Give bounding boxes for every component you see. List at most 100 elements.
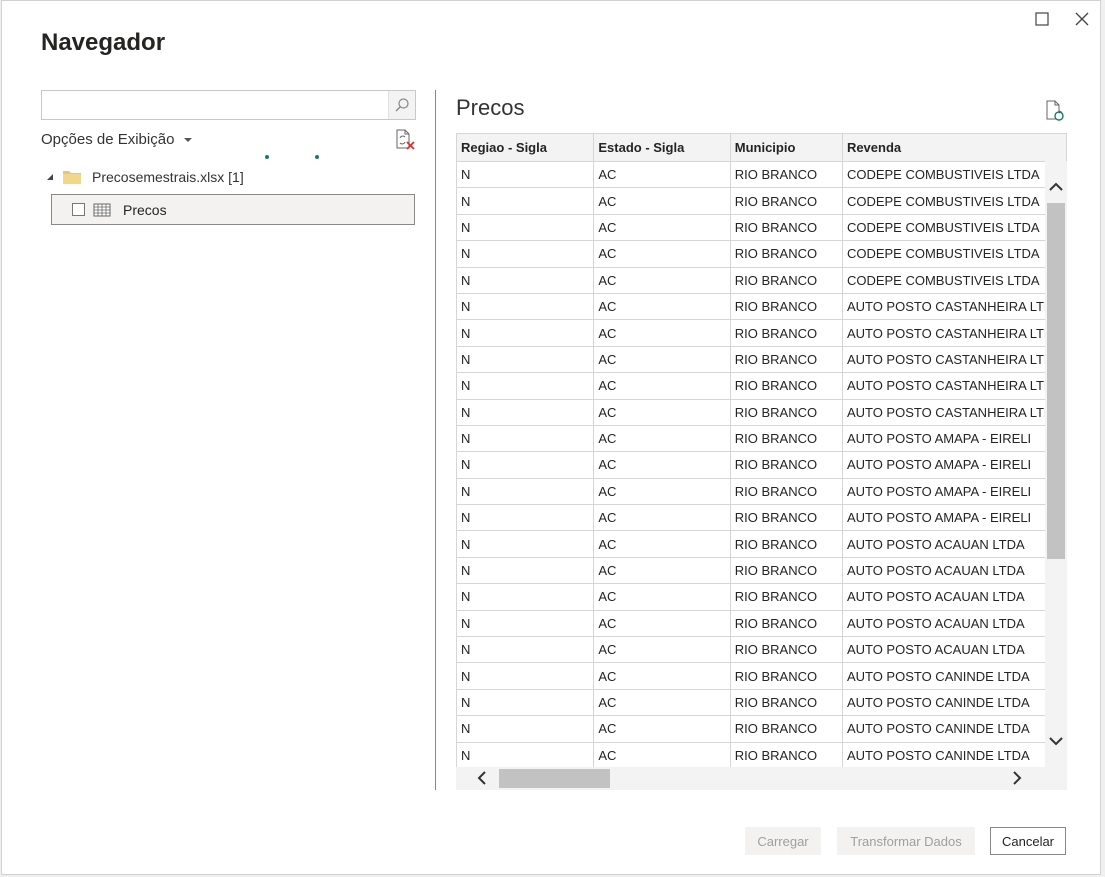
table-cell[interactable]: AC xyxy=(593,266,731,294)
table-cell[interactable]: RIO BRANCO xyxy=(729,741,843,769)
table-cell[interactable]: AC xyxy=(593,187,731,215)
table-cell[interactable]: N xyxy=(456,160,595,189)
table-cell[interactable]: RIO BRANCO xyxy=(729,398,843,426)
table-cell[interactable]: AC xyxy=(593,504,731,532)
table-cell[interactable]: RIO BRANCO xyxy=(729,609,843,638)
table-cell[interactable]: N xyxy=(456,477,595,506)
table-cell[interactable]: N xyxy=(456,319,595,347)
column-header[interactable]: Municipio xyxy=(729,133,843,162)
table-cell[interactable]: RIO BRANCO xyxy=(729,662,843,690)
table-cell[interactable]: RIO BRANCO xyxy=(729,424,843,453)
table-cell[interactable]: RIO BRANCO xyxy=(729,556,843,585)
table-cell[interactable]: AUTO POSTO ACAUAN LTDA xyxy=(841,556,1067,585)
table-cell[interactable]: RIO BRANCO xyxy=(729,345,843,374)
load-button[interactable]: Carregar xyxy=(745,827,821,855)
table-cell[interactable]: RIO BRANCO xyxy=(729,292,843,321)
refresh-tree-button[interactable] xyxy=(394,129,416,151)
table-cell[interactable]: N xyxy=(456,424,595,453)
table-cell[interactable]: AC xyxy=(593,372,731,400)
table-cell[interactable]: N xyxy=(456,662,595,690)
table-cell[interactable]: AUTO POSTO CANINDE LTDA xyxy=(841,715,1067,743)
table-cell[interactable]: AC xyxy=(593,741,731,769)
table-cell[interactable]: AC xyxy=(593,609,731,638)
table-cell[interactable]: CODEPE COMBUSTIVEIS LTDA xyxy=(841,187,1067,215)
table-cell[interactable]: AUTO POSTO CASTANHEIRA LTDA xyxy=(841,292,1067,321)
column-header[interactable]: Estado - Sigla xyxy=(593,133,731,162)
table-cell[interactable]: AC xyxy=(593,688,731,717)
table-cell[interactable]: AC xyxy=(593,530,731,558)
transform-data-button[interactable]: Transformar Dados xyxy=(837,827,975,855)
table-cell[interactable]: AUTO POSTO ACAUAN LTDA xyxy=(841,530,1067,558)
table-cell[interactable]: AUTO POSTO CANINDE LTDA xyxy=(841,741,1067,769)
table-cell[interactable]: N xyxy=(456,636,595,664)
table-cell[interactable]: AC xyxy=(593,292,731,321)
table-cell[interactable]: N xyxy=(456,213,595,242)
maximize-button[interactable] xyxy=(1030,7,1054,31)
table-cell[interactable]: N xyxy=(456,688,595,717)
tree-item-checkbox[interactable] xyxy=(72,203,85,216)
table-cell[interactable]: CODEPE COMBUSTIVEIS LTDA xyxy=(841,213,1067,242)
table-cell[interactable]: RIO BRANCO xyxy=(729,160,843,189)
table-cell[interactable]: AUTO POSTO AMAPA - EIRELI xyxy=(841,477,1067,506)
table-cell[interactable]: AUTO POSTO AMAPA - EIRELI xyxy=(841,424,1067,453)
table-cell[interactable]: AUTO POSTO ACAUAN LTDA xyxy=(841,583,1067,611)
table-cell[interactable]: RIO BRANCO xyxy=(729,477,843,506)
table-cell[interactable]: N xyxy=(456,741,595,769)
table-cell[interactable]: RIO BRANCO xyxy=(729,583,843,611)
table-cell[interactable]: N xyxy=(456,715,595,743)
table-cell[interactable]: AUTO POSTO CASTANHEIRA LTDA xyxy=(841,345,1067,374)
close-button[interactable] xyxy=(1070,7,1094,31)
table-cell[interactable]: RIO BRANCO xyxy=(729,213,843,242)
table-cell[interactable]: N xyxy=(456,556,595,585)
table-cell[interactable]: AC xyxy=(593,345,731,374)
table-cell[interactable]: AUTO POSTO AMAPA - EIRELI xyxy=(841,504,1067,532)
tree-item-precos[interactable]: Precos xyxy=(51,194,415,225)
table-cell[interactable]: AC xyxy=(593,451,731,479)
search-button[interactable] xyxy=(388,91,415,119)
column-header[interactable]: Regiao - Sigla xyxy=(456,133,595,162)
scroll-left-button[interactable] xyxy=(474,770,490,786)
vertical-scroll-thumb[interactable] xyxy=(1047,203,1065,559)
table-cell[interactable]: RIO BRANCO xyxy=(729,372,843,400)
table-cell[interactable]: N xyxy=(456,451,595,479)
table-cell[interactable]: RIO BRANCO xyxy=(729,451,843,479)
horizontal-scrollbar[interactable] xyxy=(456,767,1067,790)
view-options-dropdown[interactable]: Opções de Exibição xyxy=(41,131,193,148)
table-cell[interactable]: N xyxy=(456,583,595,611)
table-cell[interactable]: N xyxy=(456,292,595,321)
table-cell[interactable]: RIO BRANCO xyxy=(729,266,843,294)
table-cell[interactable]: AC xyxy=(593,636,731,664)
table-cell[interactable]: AUTO POSTO ACAUAN LTDA xyxy=(841,609,1067,638)
table-cell[interactable]: RIO BRANCO xyxy=(729,187,843,215)
table-cell[interactable]: N xyxy=(456,187,595,215)
table-cell[interactable]: AUTO POSTO CASTANHEIRA LTDA xyxy=(841,372,1067,400)
table-cell[interactable]: N xyxy=(456,530,595,558)
table-cell[interactable]: AC xyxy=(593,662,731,690)
table-cell[interactable]: AUTO POSTO CANINDE LTDA xyxy=(841,688,1067,717)
table-cell[interactable]: RIO BRANCO xyxy=(729,319,843,347)
table-cell[interactable]: N xyxy=(456,504,595,532)
scroll-right-button[interactable] xyxy=(1009,770,1025,786)
horizontal-scroll-thumb[interactable] xyxy=(499,769,610,788)
table-cell[interactable]: AC xyxy=(593,477,731,506)
table-cell[interactable]: CODEPE COMBUSTIVEIS LTDA xyxy=(841,160,1067,189)
table-cell[interactable]: AC xyxy=(593,160,731,189)
scroll-down-button[interactable] xyxy=(1048,733,1064,749)
table-cell[interactable]: AC xyxy=(593,556,731,585)
search-input[interactable] xyxy=(42,91,390,119)
table-cell[interactable]: AUTO POSTO CASTANHEIRA LTDA xyxy=(841,319,1067,347)
table-cell[interactable]: AUTO POSTO CASTANHEIRA LTDA xyxy=(841,398,1067,426)
table-cell[interactable]: N xyxy=(456,345,595,374)
table-cell[interactable]: N xyxy=(456,372,595,400)
cancel-button[interactable]: Cancelar xyxy=(990,827,1066,855)
table-cell[interactable]: RIO BRANCO xyxy=(729,715,843,743)
table-cell[interactable]: N xyxy=(456,398,595,426)
table-cell[interactable]: RIO BRANCO xyxy=(729,504,843,532)
table-cell[interactable]: RIO BRANCO xyxy=(729,688,843,717)
table-cell[interactable]: N xyxy=(456,609,595,638)
table-cell[interactable]: N xyxy=(456,266,595,294)
table-cell[interactable]: RIO BRANCO xyxy=(729,530,843,558)
table-cell[interactable]: AUTO POSTO CANINDE LTDA xyxy=(841,662,1067,690)
table-cell[interactable]: RIO BRANCO xyxy=(729,240,843,268)
table-cell[interactable]: AC xyxy=(593,715,731,743)
